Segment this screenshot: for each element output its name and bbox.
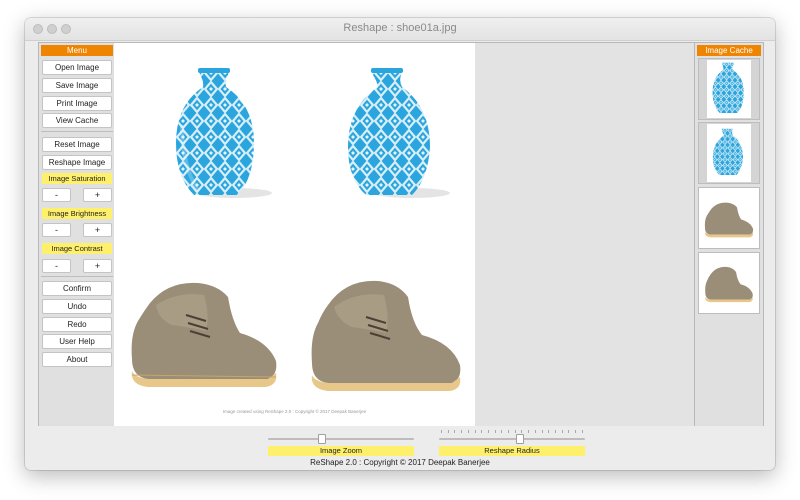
radius-tick-mark xyxy=(461,430,463,433)
image-saturation-label: Image Saturation xyxy=(42,173,112,184)
original-shoe-image xyxy=(131,282,277,387)
radius-tick-mark xyxy=(548,430,550,433)
menu-panel: Menu Open Image Save Image Print Image V… xyxy=(38,42,116,428)
about-button[interactable]: About xyxy=(42,352,112,367)
radius-tick-mark xyxy=(454,430,456,433)
user-help-button[interactable]: User Help xyxy=(42,334,112,349)
radius-tick-mark xyxy=(494,430,496,433)
window-title: Reshape : shoe01a.jpg xyxy=(343,22,457,34)
image-contrast-label: Image Contrast xyxy=(42,243,112,254)
image-zoom-slider-knob[interactable] xyxy=(317,434,326,444)
saturation-decrease-button[interactable]: - xyxy=(42,188,71,202)
undo-button[interactable]: Undo xyxy=(42,299,112,314)
radius-tick-mark xyxy=(534,430,536,433)
radius-tick-mark xyxy=(541,430,543,433)
radius-tick-mark xyxy=(575,430,576,433)
radius-tick-mark xyxy=(508,430,509,433)
radius-tick-mark xyxy=(554,430,556,433)
reshape-radius-label: Reshape Radius xyxy=(439,446,585,456)
reshaped-vase-image xyxy=(348,68,450,198)
radius-tick-mark xyxy=(467,430,469,433)
brightness-increase-button[interactable]: + xyxy=(83,223,112,237)
open-image-button[interactable]: Open Image xyxy=(42,60,112,75)
cache-thumbnail-2[interactable] xyxy=(698,122,760,184)
radius-tick-mark xyxy=(514,430,516,433)
radius-tick-mark xyxy=(441,430,442,433)
canvas-caption: Image created using ReShape 2.0 : Copyri… xyxy=(222,409,367,414)
original-vase-image xyxy=(176,68,272,198)
radius-tick-mark xyxy=(501,430,503,433)
cache-thumbnail-3[interactable] xyxy=(698,187,760,249)
image-cache-panel: Image Cache xyxy=(694,42,764,428)
vase-thumbnail-icon xyxy=(712,128,743,175)
print-image-button[interactable]: Print Image xyxy=(42,96,112,111)
image-cache-header: Image Cache xyxy=(697,45,761,56)
cache-thumbnail-4[interactable] xyxy=(698,252,760,314)
image-workspace: Image created using ReShape 2.0 : Copyri… xyxy=(114,42,694,428)
reshape-image-button[interactable]: Reshape Image xyxy=(42,155,112,170)
reshape-radius-slider-knob[interactable] xyxy=(516,434,525,444)
shoe-thumbnail-icon xyxy=(705,266,753,303)
reset-image-button[interactable]: Reset Image xyxy=(42,137,112,152)
bottom-controls: Image Zoom Reshape Radius ReShape 2.0 : … xyxy=(25,426,775,470)
vase-thumbnail-icon xyxy=(712,62,744,113)
cache-thumbnail-1[interactable] xyxy=(698,58,760,120)
image-brightness-label: Image Brightness xyxy=(42,208,112,219)
copyright-text: ReShape 2.0 : Copyright © 2017 Deepak Ba… xyxy=(310,458,490,467)
shoe-thumbnail-icon xyxy=(704,202,754,238)
saturation-increase-button[interactable]: + xyxy=(83,188,112,202)
radius-tick-mark xyxy=(481,430,483,433)
menu-divider xyxy=(41,131,113,132)
menu-divider xyxy=(41,276,113,277)
save-image-button[interactable]: Save Image xyxy=(42,78,112,93)
redo-button[interactable]: Redo xyxy=(42,317,112,332)
radius-tick-mark xyxy=(581,430,583,433)
radius-tick-mark xyxy=(528,430,530,433)
view-cache-button[interactable]: View Cache xyxy=(42,113,112,128)
image-zoom-slider-track[interactable] xyxy=(268,438,414,440)
contrast-increase-button[interactable]: + xyxy=(83,259,112,273)
image-canvas[interactable]: Image created using ReShape 2.0 : Copyri… xyxy=(114,43,475,427)
confirm-button[interactable]: Confirm xyxy=(42,281,112,296)
reshaped-shoe-image xyxy=(311,280,461,391)
radius-tick-mark xyxy=(447,430,449,433)
radius-tick-mark xyxy=(487,430,489,433)
contrast-decrease-button[interactable]: - xyxy=(42,259,71,273)
radius-tick-mark xyxy=(561,430,563,433)
image-zoom-label: Image Zoom xyxy=(268,446,414,456)
brightness-decrease-button[interactable]: - xyxy=(42,223,71,237)
radius-tick-mark xyxy=(521,430,523,433)
radius-tick-mark xyxy=(474,430,476,433)
title-bar: Reshape : shoe01a.jpg xyxy=(25,18,775,41)
menu-header: Menu xyxy=(41,45,113,56)
reshape-radius-slider-track[interactable] xyxy=(439,438,585,440)
radius-tick-mark xyxy=(568,430,570,433)
app-window: Reshape : shoe01a.jpg Menu Open Image Sa… xyxy=(25,18,775,470)
